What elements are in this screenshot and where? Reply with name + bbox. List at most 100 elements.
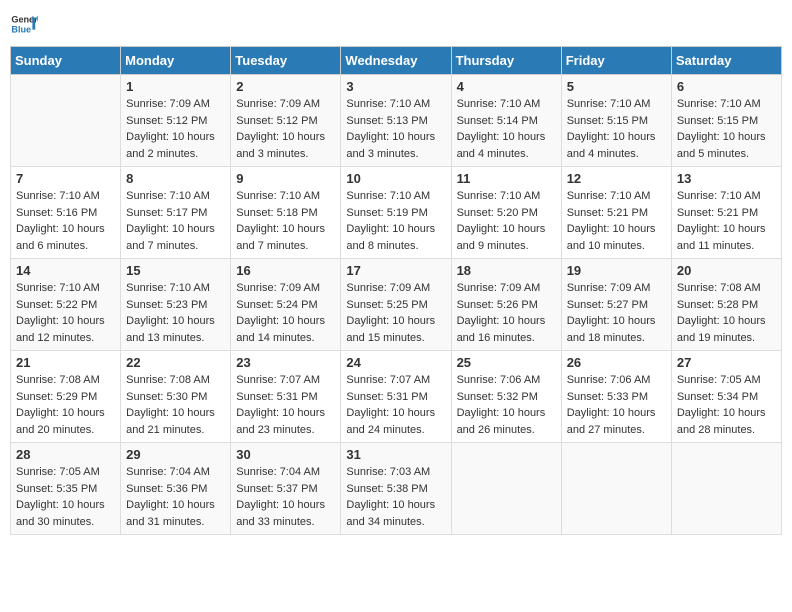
day-info: Sunrise: 7:10 AMSunset: 5:21 PMDaylight:… xyxy=(567,188,666,254)
day-number: 19 xyxy=(567,263,666,278)
header-row: SundayMondayTuesdayWednesdayThursdayFrid… xyxy=(11,47,782,75)
calendar-cell: 9 Sunrise: 7:10 AMSunset: 5:18 PMDaylight… xyxy=(231,167,341,259)
day-number: 2 xyxy=(236,79,335,94)
day-info: Sunrise: 7:08 AMSunset: 5:29 PMDaylight:… xyxy=(16,372,115,438)
calendar-cell: 21 Sunrise: 7:08 AMSunset: 5:29 PMDayligh… xyxy=(11,351,121,443)
day-info: Sunrise: 7:09 AMSunset: 5:27 PMDaylight:… xyxy=(567,280,666,346)
day-number: 23 xyxy=(236,355,335,370)
calendar-cell: 23 Sunrise: 7:07 AMSunset: 5:31 PMDayligh… xyxy=(231,351,341,443)
day-number: 4 xyxy=(457,79,556,94)
calendar-cell: 30 Sunrise: 7:04 AMSunset: 5:37 PMDayligh… xyxy=(231,443,341,535)
day-info: Sunrise: 7:07 AMSunset: 5:31 PMDaylight:… xyxy=(346,372,445,438)
day-number: 26 xyxy=(567,355,666,370)
calendar-cell xyxy=(11,75,121,167)
day-number: 1 xyxy=(126,79,225,94)
day-info: Sunrise: 7:06 AMSunset: 5:33 PMDaylight:… xyxy=(567,372,666,438)
day-number: 5 xyxy=(567,79,666,94)
day-number: 27 xyxy=(677,355,776,370)
calendar-cell: 18 Sunrise: 7:09 AMSunset: 5:26 PMDayligh… xyxy=(451,259,561,351)
day-info: Sunrise: 7:10 AMSunset: 5:13 PMDaylight:… xyxy=(346,96,445,162)
calendar-cell: 4 Sunrise: 7:10 AMSunset: 5:14 PMDaylight… xyxy=(451,75,561,167)
calendar-cell: 5 Sunrise: 7:10 AMSunset: 5:15 PMDaylight… xyxy=(561,75,671,167)
calendar-body: 1 Sunrise: 7:09 AMSunset: 5:12 PMDaylight… xyxy=(11,75,782,535)
calendar-cell: 25 Sunrise: 7:06 AMSunset: 5:32 PMDayligh… xyxy=(451,351,561,443)
calendar-cell: 29Sunrise: 7:04 AMSunset: 5:36 PMDayligh… xyxy=(121,443,231,535)
calendar-cell: 8 Sunrise: 7:10 AMSunset: 5:17 PMDaylight… xyxy=(121,167,231,259)
day-info: Sunrise: 7:06 AMSunset: 5:32 PMDaylight:… xyxy=(457,372,556,438)
day-info: Sunrise: 7:09 AMSunset: 5:25 PMDaylight:… xyxy=(346,280,445,346)
day-number: 17 xyxy=(346,263,445,278)
header-day-sunday: Sunday xyxy=(11,47,121,75)
header-day-saturday: Saturday xyxy=(671,47,781,75)
logo-icon: General Blue xyxy=(10,10,38,38)
day-info: Sunrise: 7:09 AMSunset: 5:12 PMDaylight:… xyxy=(126,96,225,162)
day-info: Sunrise: 7:08 AMSunset: 5:28 PMDaylight:… xyxy=(677,280,776,346)
day-info: Sunrise: 7:09 AMSunset: 5:26 PMDaylight:… xyxy=(457,280,556,346)
calendar-cell: 31Sunrise: 7:03 AMSunset: 5:38 PMDayligh… xyxy=(341,443,451,535)
day-number: 6 xyxy=(677,79,776,94)
day-number: 21 xyxy=(16,355,115,370)
header-day-tuesday: Tuesday xyxy=(231,47,341,75)
day-number: 3 xyxy=(346,79,445,94)
calendar-cell: 24 Sunrise: 7:07 AMSunset: 5:31 PMDayligh… xyxy=(341,351,451,443)
calendar-cell: 15 Sunrise: 7:10 AMSunset: 5:23 PMDayligh… xyxy=(121,259,231,351)
week-row-2: 7 Sunrise: 7:10 AMSunset: 5:16 PMDaylight… xyxy=(11,167,782,259)
day-number: 7 xyxy=(16,171,115,186)
calendar-cell: 27Sunrise: 7:05 AMSunset: 5:34 PMDayligh… xyxy=(671,351,781,443)
week-row-3: 14Sunrise: 7:10 AMSunset: 5:22 PMDayligh… xyxy=(11,259,782,351)
day-number: 9 xyxy=(236,171,335,186)
calendar-cell xyxy=(561,443,671,535)
calendar-cell: 14Sunrise: 7:10 AMSunset: 5:22 PMDayligh… xyxy=(11,259,121,351)
calendar-cell: 12 Sunrise: 7:10 AMSunset: 5:21 PMDayligh… xyxy=(561,167,671,259)
day-number: 20 xyxy=(677,263,776,278)
header-day-monday: Monday xyxy=(121,47,231,75)
header-day-thursday: Thursday xyxy=(451,47,561,75)
day-info: Sunrise: 7:10 AMSunset: 5:18 PMDaylight:… xyxy=(236,188,335,254)
day-info: Sunrise: 7:10 AMSunset: 5:14 PMDaylight:… xyxy=(457,96,556,162)
day-info: Sunrise: 7:10 AMSunset: 5:15 PMDaylight:… xyxy=(567,96,666,162)
calendar-cell: 6 Sunrise: 7:10 AMSunset: 5:15 PMDaylight… xyxy=(671,75,781,167)
logo: General Blue xyxy=(10,10,38,38)
day-info: Sunrise: 7:07 AMSunset: 5:31 PMDaylight:… xyxy=(236,372,335,438)
calendar-cell: 11Sunrise: 7:10 AMSunset: 5:20 PMDayligh… xyxy=(451,167,561,259)
day-number: 12 xyxy=(567,171,666,186)
header-day-friday: Friday xyxy=(561,47,671,75)
day-number: 10 xyxy=(346,171,445,186)
day-number: 25 xyxy=(457,355,556,370)
day-info: Sunrise: 7:04 AMSunset: 5:37 PMDaylight:… xyxy=(236,464,335,530)
calendar-table: SundayMondayTuesdayWednesdayThursdayFrid… xyxy=(10,46,782,535)
calendar-cell: 22Sunrise: 7:08 AMSunset: 5:30 PMDayligh… xyxy=(121,351,231,443)
calendar-cell: 10 Sunrise: 7:10 AMSunset: 5:19 PMDayligh… xyxy=(341,167,451,259)
day-number: 22 xyxy=(126,355,225,370)
calendar-cell: 17 Sunrise: 7:09 AMSunset: 5:25 PMDayligh… xyxy=(341,259,451,351)
day-number: 8 xyxy=(126,171,225,186)
calendar-cell: 7 Sunrise: 7:10 AMSunset: 5:16 PMDaylight… xyxy=(11,167,121,259)
day-info: Sunrise: 7:09 AMSunset: 5:24 PMDaylight:… xyxy=(236,280,335,346)
week-row-4: 21 Sunrise: 7:08 AMSunset: 5:29 PMDayligh… xyxy=(11,351,782,443)
week-row-5: 28 Sunrise: 7:05 AMSunset: 5:35 PMDayligh… xyxy=(11,443,782,535)
day-number: 30 xyxy=(236,447,335,462)
calendar-cell: 2Sunrise: 7:09 AMSunset: 5:12 PMDaylight… xyxy=(231,75,341,167)
calendar-cell: 13 Sunrise: 7:10 AMSunset: 5:21 PMDayligh… xyxy=(671,167,781,259)
calendar-cell: 3 Sunrise: 7:10 AMSunset: 5:13 PMDaylight… xyxy=(341,75,451,167)
day-number: 28 xyxy=(16,447,115,462)
day-info: Sunrise: 7:10 AMSunset: 5:15 PMDaylight:… xyxy=(677,96,776,162)
day-number: 13 xyxy=(677,171,776,186)
day-info: Sunrise: 7:10 AMSunset: 5:17 PMDaylight:… xyxy=(126,188,225,254)
calendar-cell xyxy=(671,443,781,535)
day-info: Sunrise: 7:10 AMSunset: 5:23 PMDaylight:… xyxy=(126,280,225,346)
calendar-cell: 28 Sunrise: 7:05 AMSunset: 5:35 PMDayligh… xyxy=(11,443,121,535)
day-info: Sunrise: 7:04 AMSunset: 5:36 PMDaylight:… xyxy=(126,464,225,530)
day-info: Sunrise: 7:05 AMSunset: 5:35 PMDaylight:… xyxy=(16,464,115,530)
day-number: 15 xyxy=(126,263,225,278)
day-info: Sunrise: 7:10 AMSunset: 5:19 PMDaylight:… xyxy=(346,188,445,254)
day-number: 24 xyxy=(346,355,445,370)
day-number: 11 xyxy=(457,171,556,186)
day-info: Sunrise: 7:03 AMSunset: 5:38 PMDaylight:… xyxy=(346,464,445,530)
day-info: Sunrise: 7:10 AMSunset: 5:22 PMDaylight:… xyxy=(16,280,115,346)
day-number: 16 xyxy=(236,263,335,278)
day-info: Sunrise: 7:10 AMSunset: 5:21 PMDaylight:… xyxy=(677,188,776,254)
day-number: 18 xyxy=(457,263,556,278)
day-info: Sunrise: 7:10 AMSunset: 5:16 PMDaylight:… xyxy=(16,188,115,254)
calendar-cell: 1 Sunrise: 7:09 AMSunset: 5:12 PMDaylight… xyxy=(121,75,231,167)
